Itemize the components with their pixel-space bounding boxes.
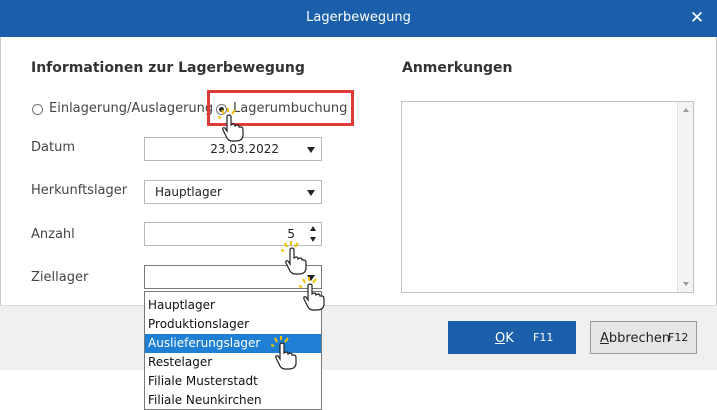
- dropdown-option[interactable]: Hauptlager: [145, 296, 321, 315]
- herkunftslager-select[interactable]: Hauptlager: [144, 180, 322, 204]
- cancel-button[interactable]: Abbrechen F12: [590, 321, 697, 354]
- dropdown-option[interactable]: Filiale Neunkirchen: [145, 391, 321, 410]
- radio-einlagerung[interactable]: [32, 104, 43, 115]
- label-herkunftslager: Herkunftslager: [31, 183, 128, 198]
- dropdown-arrow-icon[interactable]: [307, 190, 315, 196]
- section-heading-info: Informationen zur Lagerbewegung: [31, 60, 305, 76]
- label-ziellager: Ziellager: [31, 270, 89, 285]
- label-anzahl: Anzahl: [31, 227, 75, 242]
- notes-textarea[interactable]: [401, 101, 694, 293]
- scroll-up-icon[interactable]: [683, 108, 689, 112]
- datum-value: 23.03.2022: [210, 142, 279, 156]
- cancel-label: Abbrechen: [600, 331, 671, 346]
- spin-down-icon[interactable]: [310, 237, 316, 242]
- section-heading-notes: Anmerkungen: [402, 60, 513, 76]
- radio-label-einlagerung[interactable]: Einlagerung/Auslagerung: [49, 101, 213, 116]
- dropdown-option[interactable]: Produktionslager: [145, 315, 321, 334]
- label-datum: Datum: [31, 140, 75, 155]
- notes-scrollbar[interactable]: [677, 102, 693, 292]
- close-icon[interactable]: ✕: [677, 0, 717, 37]
- pointer-hand-icon: [218, 108, 244, 142]
- scroll-down-icon[interactable]: [683, 282, 689, 286]
- pointer-hand-icon: [271, 336, 297, 370]
- anzahl-value: 5: [287, 227, 295, 241]
- ok-button[interactable]: OK F11: [448, 321, 576, 354]
- cancel-shortcut: F12: [668, 331, 689, 344]
- herkunftslager-value: Hauptlager: [155, 185, 222, 199]
- spin-up-icon[interactable]: [310, 226, 316, 231]
- ok-label: OK: [495, 331, 514, 346]
- pointer-hand-icon: [281, 241, 307, 275]
- ok-shortcut: F11: [533, 331, 554, 344]
- pointer-hand-icon: [299, 277, 325, 311]
- dropdown-arrow-icon[interactable]: [307, 147, 315, 153]
- title-bar: Lagerbewegung ✕: [0, 0, 717, 37]
- window-title: Lagerbewegung: [306, 10, 411, 25]
- dropdown-option[interactable]: Filiale Musterstadt: [145, 372, 321, 391]
